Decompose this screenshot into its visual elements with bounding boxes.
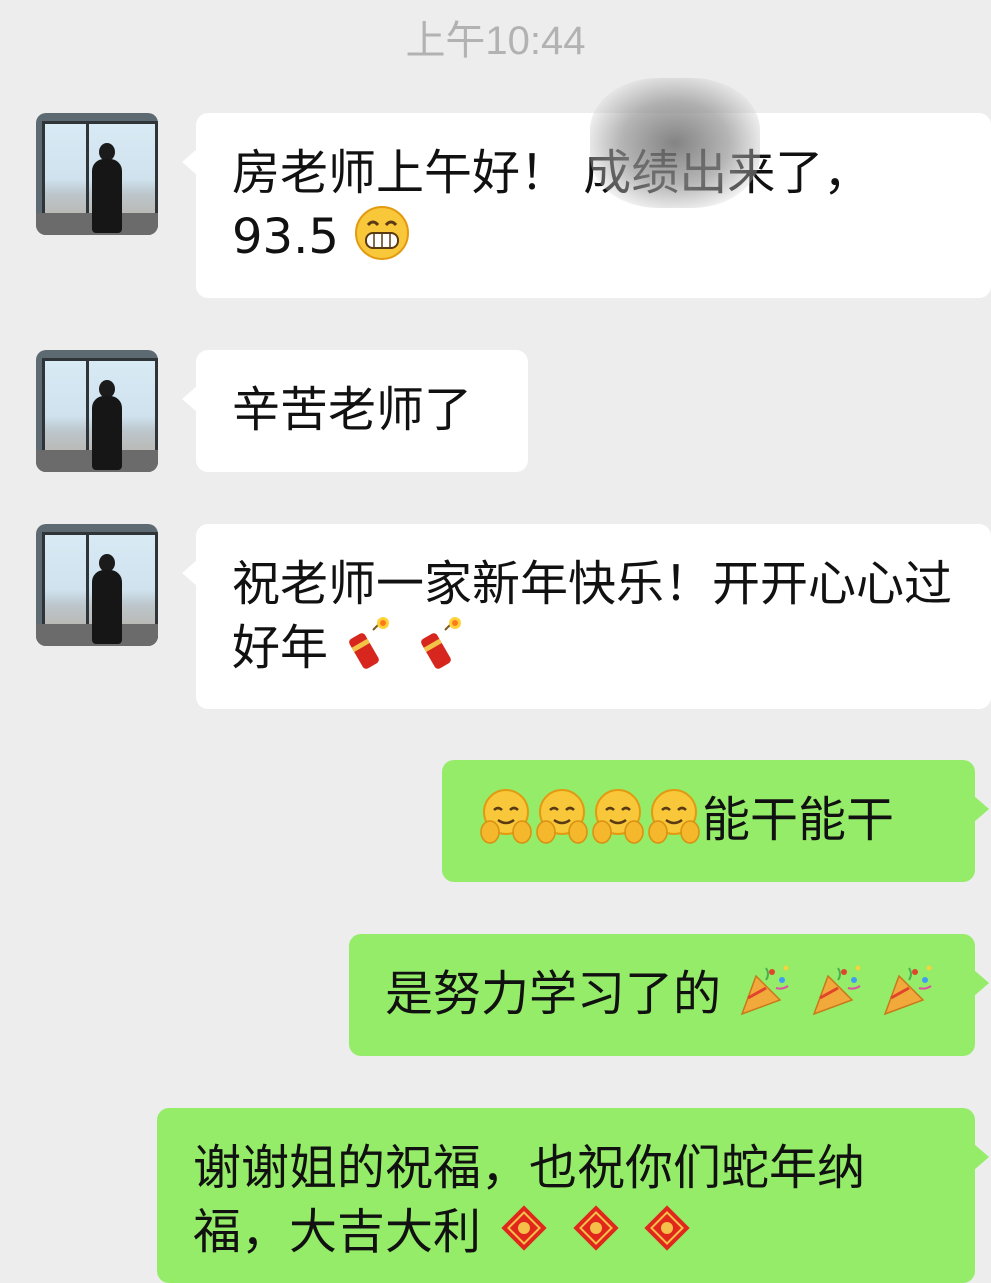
grinning-face-emoji <box>354 205 410 261</box>
fu-emoji <box>496 1200 552 1256</box>
firecracker-emoji <box>415 616 471 672</box>
hugging-face-emoji <box>534 788 590 844</box>
party-popper-emoji <box>808 962 864 1018</box>
hugging-face-emoji <box>478 788 534 844</box>
incoming-message-bubble[interactable]: 祝老师一家新年快乐！开开心心过好年 <box>182 524 991 709</box>
message-text: 是努力学习了的 <box>385 966 722 1022</box>
outgoing-message-bubble[interactable]: 是努力学习了的 <box>349 934 989 1056</box>
message-text: 祝老师一家新年快乐！开开心心过好年 <box>232 556 953 676</box>
hugging-face-emoji <box>590 788 646 844</box>
message-text: 能干能干 <box>702 792 895 848</box>
contact-avatar[interactable] <box>36 350 158 472</box>
message-text: 房老师上午好！ 成绩出来了，93.5 <box>232 145 872 265</box>
hugging-face-emoji <box>646 788 702 844</box>
fu-emoji <box>568 1200 624 1256</box>
contact-avatar[interactable] <box>36 524 158 646</box>
outgoing-message-bubble[interactable]: 能干能干 <box>442 760 989 882</box>
redaction-scribble <box>590 78 760 208</box>
message-text: 辛苦老师了 <box>232 382 473 438</box>
fu-emoji <box>639 1200 695 1256</box>
party-popper-emoji <box>736 962 792 1018</box>
contact-avatar[interactable] <box>36 113 158 235</box>
firecracker-emoji <box>343 616 399 672</box>
party-popper-emoji <box>879 962 935 1018</box>
incoming-message-bubble[interactable]: 辛苦老师了 <box>182 350 528 472</box>
message-timestamp: 上午10:44 <box>405 19 586 63</box>
outgoing-message-bubble[interactable]: 谢谢姐的祝福，也祝你们蛇年纳福，大吉大利 <box>157 1108 989 1283</box>
